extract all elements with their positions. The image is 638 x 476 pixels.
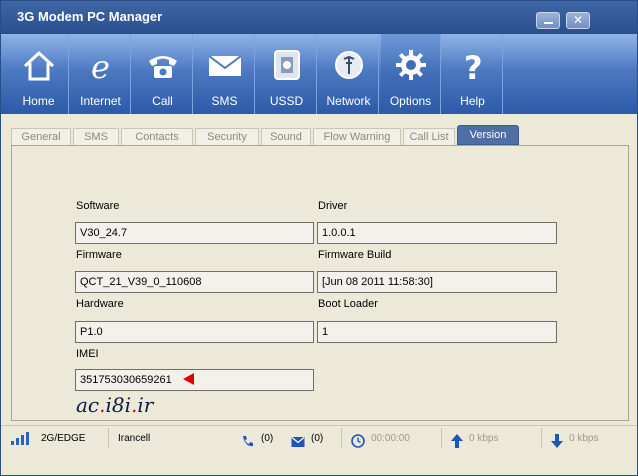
operator-name: Irancell (118, 433, 151, 444)
toolbar-label: Call (152, 94, 173, 108)
call-count: (0) (261, 433, 274, 444)
download-speed: 0 kbps (569, 433, 599, 444)
firmware-build-field: [Jun 08 2011 11:58:30] (317, 271, 557, 293)
clock-icon (351, 434, 365, 448)
tab-flow-warning[interactable]: Flow Warning (313, 128, 401, 145)
svg-text:e: e (91, 48, 110, 82)
network-icon (335, 51, 363, 79)
tab-call-list[interactable]: Call List (403, 128, 455, 145)
toolbar-ussd-button[interactable]: USSD (257, 34, 317, 114)
firmware-label: Firmware (76, 249, 122, 261)
toolbar-internet-button[interactable]: e Internet (71, 34, 131, 114)
options-tabs: General SMS Contacts Security Sound Flow… (11, 125, 631, 145)
main-toolbar: Home e Internet Call SMS USSD Network Op… (1, 34, 637, 114)
gear-icon (396, 50, 426, 80)
imei-field: 351753030659261 (75, 369, 314, 391)
sms-count: (0) (311, 433, 324, 444)
software-label: Software (76, 200, 120, 212)
toolbar-help-button[interactable]: ? Help (443, 34, 503, 114)
toolbar-home-button[interactable]: Home (9, 34, 69, 114)
help-icon: ? (464, 49, 483, 82)
phone-icon (149, 56, 177, 78)
driver-label: Driver (318, 200, 348, 212)
tab-security[interactable]: Security (195, 128, 259, 145)
network-type: 2G/EDGE (41, 433, 86, 444)
download-arrow-icon (551, 434, 563, 448)
upload-speed: 0 kbps (469, 433, 499, 444)
tab-version[interactable]: Version (457, 125, 519, 145)
toolbar-label: Home (22, 94, 55, 108)
hardware-label: Hardware (76, 298, 124, 310)
minimize-button[interactable] (536, 12, 560, 29)
status-bar: 2G/EDGE Irancell (0) (0) 00:00:00 0 kbps… (1, 425, 637, 450)
signal-strength-icon (11, 430, 35, 448)
software-field: V30_24.7 (75, 222, 314, 244)
ussd-icon (274, 50, 300, 80)
firmware-field: QCT_21_V39_0_110608 (75, 271, 314, 293)
toolbar-label: Options (389, 94, 432, 108)
toolbar-label: Network (326, 94, 371, 108)
close-button[interactable] (566, 12, 590, 29)
title-bar: 3G Modem PC Manager (1, 1, 637, 34)
home-icon (23, 51, 55, 81)
toolbar-label: Help (460, 94, 485, 108)
toolbar-network-button[interactable]: Network (319, 34, 379, 114)
driver-field: 1.0.0.1 (317, 222, 557, 244)
watermark-logo: ac.i8i.ir (76, 393, 154, 417)
toolbar-options-button[interactable]: Options (381, 34, 441, 114)
tab-general[interactable]: General (11, 128, 71, 145)
tab-contacts[interactable]: Contacts (121, 128, 193, 145)
bottom-strip (1, 449, 637, 475)
boot-loader-field: 1 (317, 321, 557, 343)
internet-icon: e (91, 48, 110, 82)
tab-sound[interactable]: Sound (261, 128, 311, 145)
svg-text:?: ? (464, 49, 483, 82)
window-title: 3G Modem PC Manager (17, 9, 163, 24)
toolbar-label: SMS (211, 94, 238, 108)
envelope-icon (208, 55, 242, 76)
boot-loader-label: Boot Loader (318, 298, 378, 310)
app-window: 3G Modem PC Manager Home e Internet Call (0, 0, 638, 476)
connection-duration: 00:00:00 (371, 433, 410, 444)
hardware-field: P1.0 (75, 321, 314, 343)
imei-label: IMEI (76, 348, 99, 360)
tab-sms[interactable]: SMS (73, 128, 119, 145)
red-arrow-marker (183, 373, 194, 385)
firmware-build-label: Firmware Build (318, 249, 392, 261)
toolbar-label: Internet (80, 94, 121, 108)
toolbar-call-button[interactable]: Call (133, 34, 193, 114)
phone-status-icon (243, 436, 253, 447)
toolbar-label: USSD (269, 94, 304, 108)
upload-arrow-icon (451, 434, 463, 448)
toolbar-sms-button[interactable]: SMS (195, 34, 255, 114)
